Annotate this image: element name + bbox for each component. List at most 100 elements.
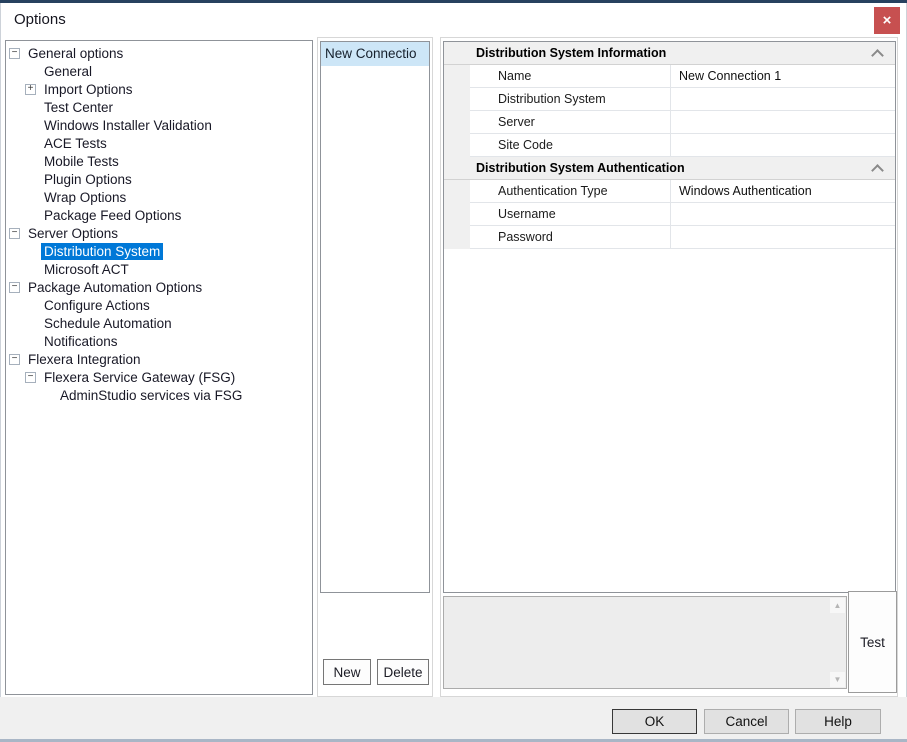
connection-list-panel: New Connectio New Delete — [317, 37, 433, 697]
tree-item-label: General options — [25, 45, 126, 62]
help-button[interactable]: Help — [795, 709, 881, 734]
tree-item-label: Package Automation Options — [25, 279, 205, 296]
property-label: Server — [470, 111, 671, 134]
property-value-field[interactable] — [671, 88, 895, 111]
ok-button[interactable]: OK — [612, 709, 697, 734]
tree-item[interactable]: General options — [6, 44, 312, 62]
tree-item-label: General — [41, 63, 95, 80]
cancel-button[interactable]: Cancel — [704, 709, 789, 734]
scroll-down-button[interactable]: ▼ — [830, 672, 845, 687]
tree-item[interactable]: Flexera Service Gateway (FSG) — [6, 368, 312, 386]
tree-item[interactable]: Notifications — [6, 332, 312, 350]
tree-item-label: Distribution System — [41, 243, 163, 260]
property-label: Name — [470, 65, 671, 88]
tree-item-label: AdminStudio services via FSG — [57, 387, 245, 404]
tree-item-label: ACE Tests — [41, 135, 110, 152]
tree-item-label: Flexera Service Gateway (FSG) — [41, 369, 238, 386]
property-row: Site Code — [444, 134, 895, 157]
scroll-up-button[interactable]: ▲ — [830, 598, 845, 613]
connection-list[interactable]: New Connectio — [320, 41, 430, 593]
tree-item[interactable]: Import Options — [6, 80, 312, 98]
tree-item[interactable]: Package Feed Options — [6, 206, 312, 224]
property-label: Distribution System — [470, 88, 671, 111]
options-tree: General options General Import Options T… — [5, 40, 313, 695]
property-value-field[interactable] — [671, 134, 895, 157]
tree-item-label: Package Feed Options — [41, 207, 184, 224]
property-label: Username — [470, 203, 671, 226]
property-row: Password — [444, 226, 895, 249]
row-gutter — [444, 65, 470, 88]
tree-item[interactable]: Schedule Automation — [6, 314, 312, 332]
tree-item[interactable]: Configure Actions — [6, 296, 312, 314]
property-value-field[interactable]: Windows Authentication — [671, 180, 895, 203]
close-button[interactable]: × — [874, 7, 900, 34]
property-label: Authentication Type — [470, 180, 671, 203]
tree-expander-icon[interactable] — [25, 372, 36, 383]
distribution-system-panel: Distribution System Information Name New… — [440, 37, 898, 697]
tree-item[interactable]: Distribution System — [6, 242, 312, 260]
property-row: Distribution System — [444, 88, 895, 111]
tree-item-label: Mobile Tests — [41, 153, 122, 170]
tree-item-label: Windows Installer Validation — [41, 117, 215, 134]
tree-item-label: Configure Actions — [41, 297, 153, 314]
tree-item[interactable]: Plugin Options — [6, 170, 312, 188]
property-row: Username — [444, 203, 895, 226]
property-value-field[interactable]: New Connection 1 — [671, 65, 895, 88]
property-value-field[interactable] — [671, 203, 895, 226]
tree-item-label: Server Options — [25, 225, 121, 242]
test-result-scrollbar: ▲ ▼ — [443, 596, 847, 689]
test-button[interactable]: Test — [848, 591, 897, 693]
tree-item[interactable]: AdminStudio services via FSG — [6, 386, 312, 404]
dialog-footer: OK Cancel Help — [0, 697, 907, 742]
tree-item[interactable]: Wrap Options — [6, 188, 312, 206]
tree-item[interactable]: Flexera Integration — [6, 350, 312, 368]
property-row: Authentication Type Windows Authenticati… — [444, 180, 895, 203]
tree-item-label: Microsoft ACT — [41, 261, 132, 278]
tree-item[interactable]: Package Automation Options — [6, 278, 312, 296]
property-grid: Distribution System Information Name New… — [443, 41, 896, 593]
tree-item-label: Flexera Integration — [25, 351, 144, 368]
property-label: Password — [470, 226, 671, 249]
property-value-field[interactable] — [671, 226, 895, 249]
tree-expander-icon[interactable] — [9, 228, 20, 239]
tree-item[interactable]: ACE Tests — [6, 134, 312, 152]
new-connection-button[interactable]: New — [323, 659, 371, 685]
tree-expander-icon[interactable] — [9, 282, 20, 293]
tree-item-label: Schedule Automation — [41, 315, 175, 332]
tree-item-label: Notifications — [41, 333, 121, 350]
close-icon: × — [883, 12, 892, 29]
window-top-border — [0, 0, 907, 3]
tree-expander-icon[interactable] — [9, 354, 20, 365]
tree-item[interactable]: Windows Installer Validation — [6, 116, 312, 134]
row-gutter — [444, 88, 470, 111]
tree-item[interactable]: Server Options — [6, 224, 312, 242]
tree-item[interactable]: Test Center — [6, 98, 312, 116]
tree-item[interactable]: General — [6, 62, 312, 80]
tree-item-label: Plugin Options — [41, 171, 135, 188]
section-title: Distribution System Information — [476, 46, 666, 60]
delete-connection-button[interactable]: Delete — [377, 659, 429, 685]
property-value-field[interactable] — [671, 111, 895, 134]
tree-item-label: Import Options — [41, 81, 136, 98]
options-dialog: Options × General options General Import… — [0, 0, 907, 742]
tree-expander-icon[interactable] — [9, 48, 20, 59]
collapse-chevron-icon[interactable] — [871, 49, 884, 62]
row-gutter — [444, 226, 470, 249]
property-label: Site Code — [470, 134, 671, 157]
property-row: Server — [444, 111, 895, 134]
section-header-information[interactable]: Distribution System Information — [444, 42, 895, 65]
tree-item-label: Test Center — [41, 99, 116, 116]
property-row: Name New Connection 1 — [444, 65, 895, 88]
tree-expander-icon[interactable] — [25, 84, 36, 95]
tree-item[interactable]: Microsoft ACT — [6, 260, 312, 278]
up-arrow-icon: ▲ — [834, 601, 842, 610]
section-header-authentication[interactable]: Distribution System Authentication — [444, 157, 895, 180]
row-gutter — [444, 134, 470, 157]
window-title: Options — [14, 11, 66, 28]
row-gutter — [444, 203, 470, 226]
connection-list-item[interactable]: New Connectio — [321, 42, 429, 66]
row-gutter — [444, 180, 470, 203]
collapse-chevron-icon[interactable] — [871, 164, 884, 177]
tree-item[interactable]: Mobile Tests — [6, 152, 312, 170]
section-title: Distribution System Authentication — [476, 161, 685, 175]
